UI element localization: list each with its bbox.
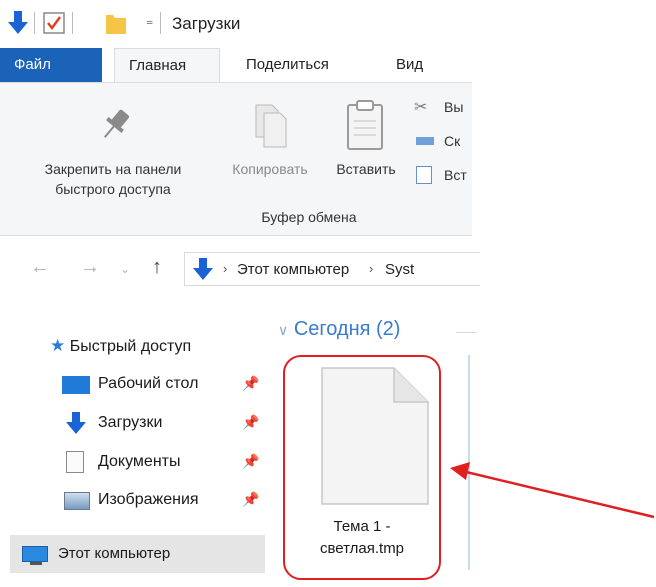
breadcrumb-separator-icon: › bbox=[369, 261, 374, 276]
computer-icon-stand bbox=[30, 562, 42, 565]
copy-path-icon bbox=[416, 137, 434, 145]
tab-view[interactable]: Вид bbox=[382, 48, 452, 82]
annotation-arrow-line bbox=[461, 469, 655, 519]
annotation-arrow-head bbox=[450, 462, 470, 480]
downloads-location-icon bbox=[193, 258, 213, 280]
title-bar: ₌ Загрузки bbox=[0, 0, 656, 48]
copy-path-button[interactable]: Ск bbox=[414, 131, 472, 153]
paste-shortcut-icon bbox=[416, 166, 432, 184]
copy-label: Копировать bbox=[232, 161, 308, 177]
divider bbox=[160, 12, 161, 34]
breadcrumb-separator-icon: › bbox=[223, 261, 228, 276]
documents-icon bbox=[66, 451, 84, 473]
paste-shortcut-label: Вст bbox=[444, 167, 467, 183]
pictures-icon bbox=[64, 492, 90, 510]
pin-to-quick-access-button[interactable]: Закрепить на панели быстрого доступа bbox=[10, 93, 216, 203]
highlight-box bbox=[283, 355, 441, 580]
breadcrumb-this-pc[interactable]: Этот компьютер bbox=[237, 261, 349, 278]
cut-button[interactable]: ✂ Вы bbox=[414, 97, 472, 119]
paste-clipboard-icon bbox=[347, 100, 383, 150]
group-header-label: Сегодня (2) bbox=[293, 318, 401, 340]
tab-file[interactable]: Файл bbox=[0, 48, 102, 82]
tab-home[interactable]: Главная bbox=[114, 48, 220, 82]
up-arrow-icon[interactable]: ↑ bbox=[152, 256, 162, 279]
desktop-icon bbox=[62, 376, 90, 394]
star-icon: ★ bbox=[50, 336, 66, 355]
breadcrumb-system[interactable]: Syst bbox=[385, 261, 414, 278]
new-folder-icon[interactable] bbox=[104, 10, 128, 36]
pin-label-line2: быстрого доступа bbox=[55, 181, 171, 197]
paste-label: Вставить bbox=[336, 161, 396, 177]
forward-arrow-icon[interactable]: → bbox=[80, 256, 100, 279]
nav-quick-access-label: Быстрый доступ bbox=[69, 338, 192, 355]
nav-pictures-label: Изображения bbox=[98, 491, 199, 508]
group-header-rule bbox=[456, 332, 476, 333]
copy-button[interactable]: Копировать bbox=[214, 93, 326, 183]
collapse-chevron-icon: ∨ bbox=[278, 322, 289, 338]
pin-icon bbox=[103, 109, 130, 138]
ribbon-panel: Закрепить на панели быстрого доступа Коп… bbox=[0, 82, 472, 236]
back-arrow-icon[interactable]: ← bbox=[30, 256, 50, 279]
paste-shortcut-button[interactable]: Вст bbox=[414, 165, 472, 187]
address-bar-row: ← → ⌄ ↑ › Этот компьютер › Syst bbox=[0, 244, 480, 294]
ribbon-tabs: Файл Главная Поделиться Вид bbox=[0, 48, 656, 82]
recent-locations-chevron-icon[interactable]: ⌄ bbox=[120, 262, 130, 276]
customize-quick-access-icon[interactable]: ₌ bbox=[146, 12, 153, 29]
annotation-arrow bbox=[450, 462, 655, 519]
paste-button[interactable]: Вставить bbox=[326, 93, 406, 183]
tab-share[interactable]: Поделиться bbox=[232, 48, 372, 82]
downloads-arrow-icon bbox=[8, 11, 28, 34]
nav-downloads-label: Загрузки bbox=[98, 414, 163, 431]
computer-icon bbox=[22, 546, 48, 562]
pin-icon: 📌 bbox=[242, 375, 260, 391]
window-title: Загрузки bbox=[172, 14, 241, 33]
copy-path-label: Ск bbox=[444, 133, 461, 149]
downloads-icon bbox=[66, 412, 86, 434]
address-box[interactable]: › Этот компьютер › Syst bbox=[184, 252, 480, 286]
divider bbox=[34, 12, 35, 34]
clipboard-group-label: Буфер обмена bbox=[261, 209, 357, 225]
pin-icon: 📌 bbox=[242, 414, 260, 430]
scissors-icon: ✂ bbox=[414, 99, 428, 116]
pin-label-line1: Закрепить на панели bbox=[44, 161, 182, 177]
nav-desktop-label: Рабочий стол bbox=[98, 375, 199, 392]
pin-icon: 📌 bbox=[242, 453, 260, 469]
divider bbox=[72, 12, 73, 34]
cut-label: Вы bbox=[444, 99, 464, 115]
nav-this-pc-label: Этот компьютер bbox=[58, 545, 171, 562]
pin-icon: 📌 bbox=[242, 491, 260, 507]
nav-quick-access[interactable]: ★ Быстрый доступ bbox=[50, 328, 191, 364]
properties-icon[interactable] bbox=[42, 10, 66, 36]
group-header-today[interactable]: ∨ Сегодня (2) bbox=[278, 318, 400, 341]
copy-icon bbox=[255, 104, 287, 148]
nav-documents-label: Документы bbox=[98, 453, 181, 470]
nav-this-pc[interactable]: Этот компьютер bbox=[10, 535, 265, 573]
